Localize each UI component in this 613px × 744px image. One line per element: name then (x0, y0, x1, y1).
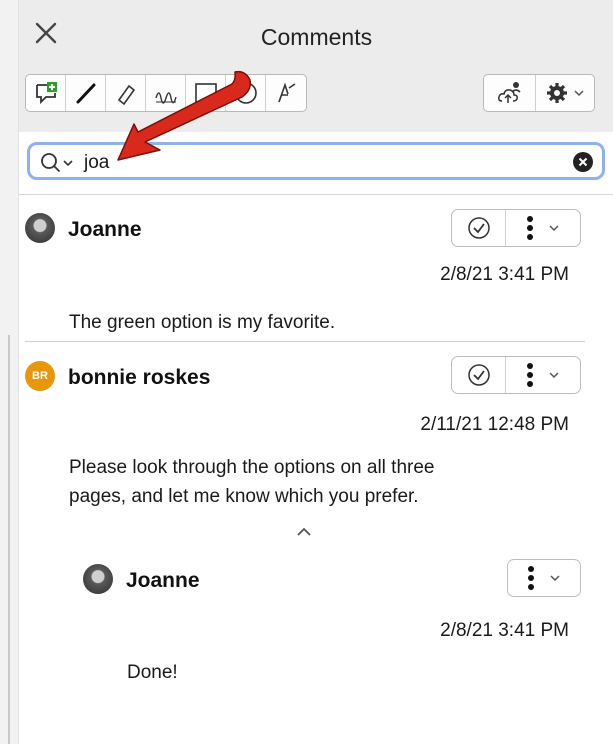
callout-arrow (117, 70, 252, 161)
